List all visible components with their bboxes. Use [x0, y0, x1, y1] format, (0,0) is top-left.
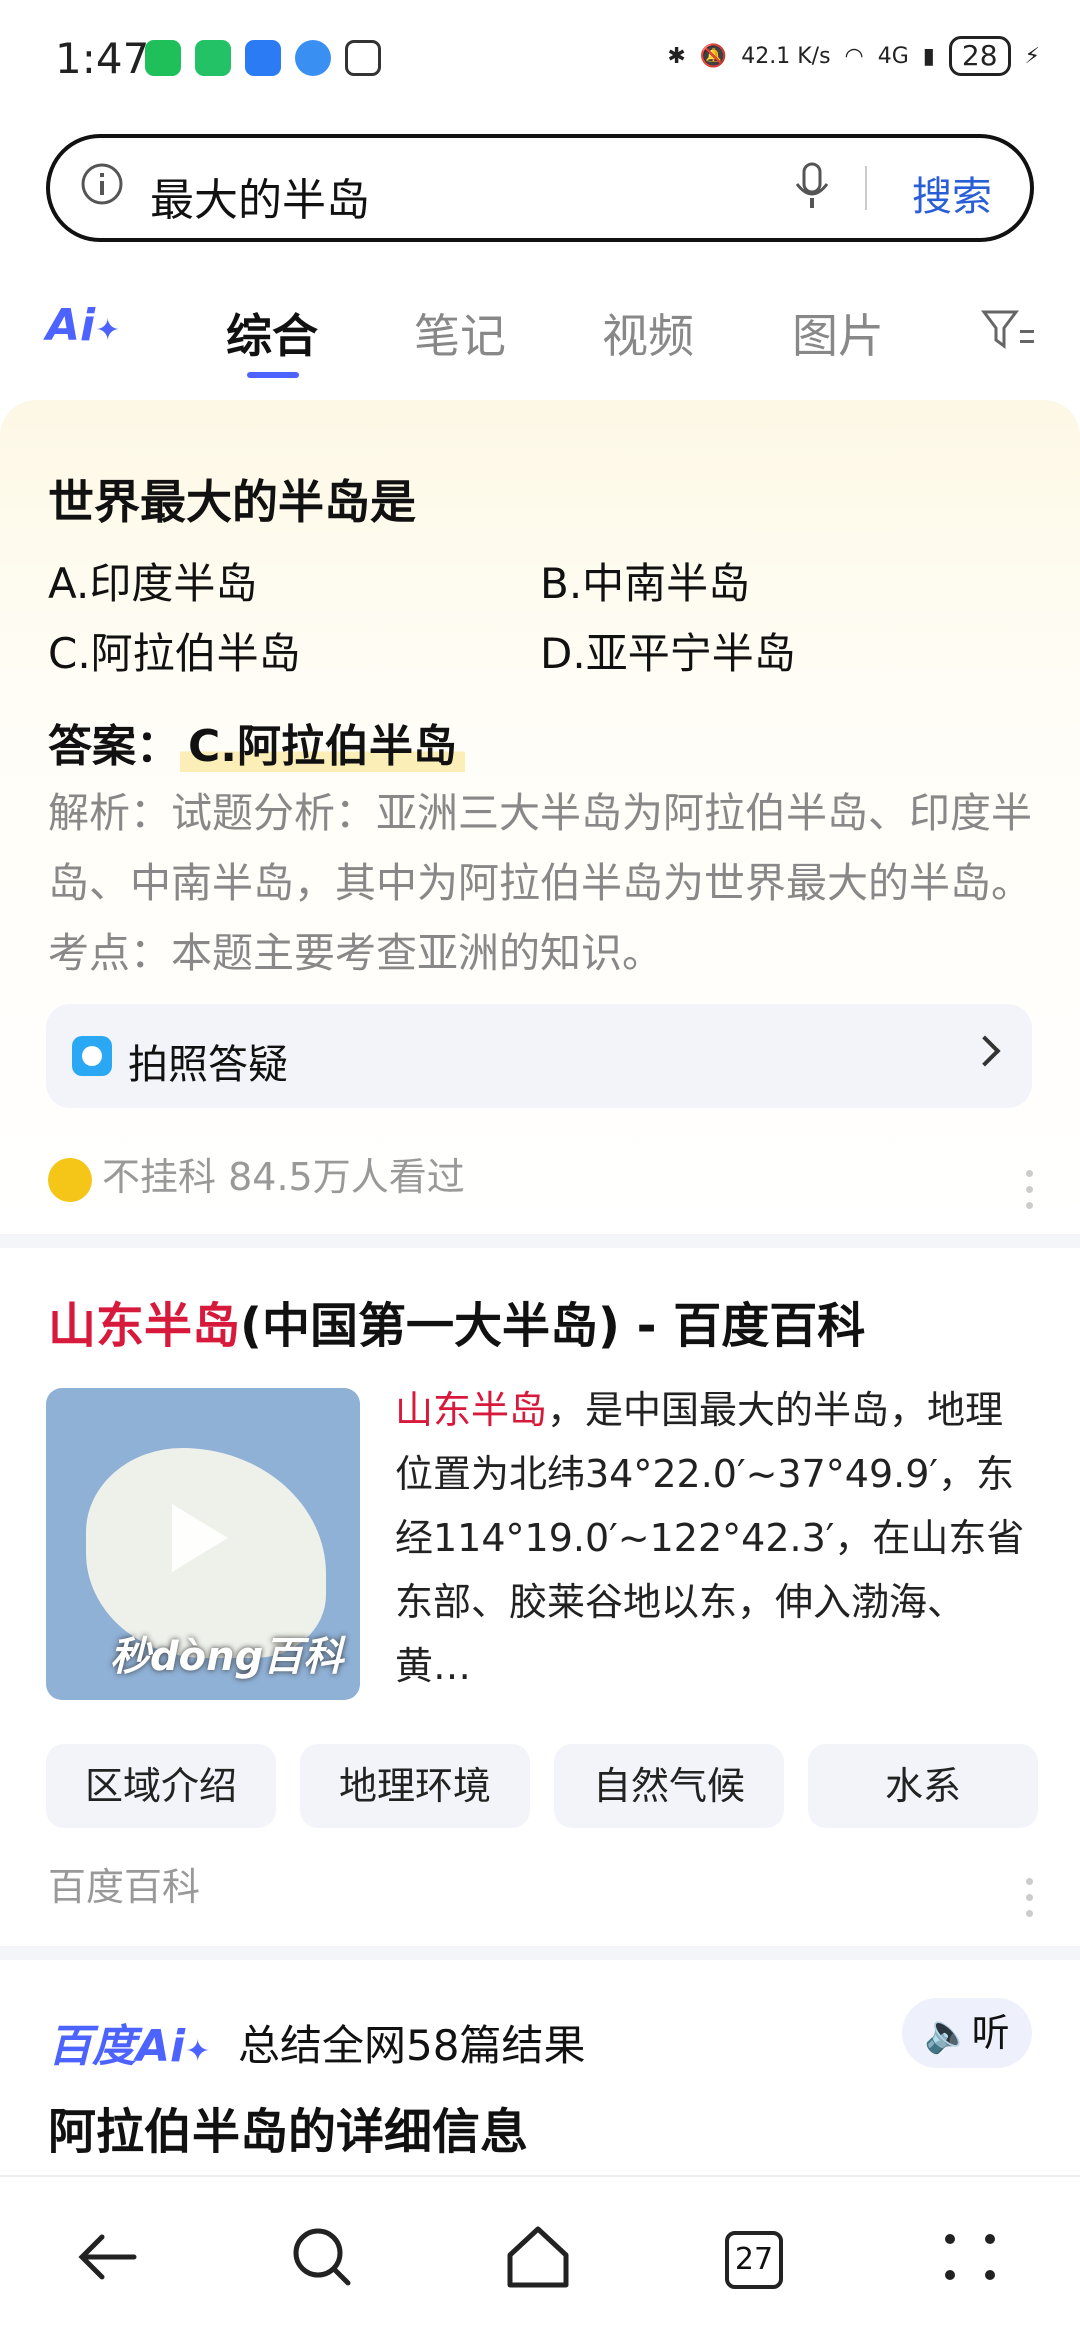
result-description: 山东半岛，是中国最大的半岛，地理位置为北纬34°22.0′~37°49.9′，东… — [395, 1378, 1035, 1698]
tab-ai-label: Ai — [46, 300, 96, 351]
section-divider — [0, 1234, 1080, 1248]
option-a: A.印度半岛 — [48, 559, 258, 608]
answer-label: 答案： — [48, 721, 180, 772]
tab-notes[interactable]: 笔记 — [414, 300, 506, 366]
tab-all[interactable]: 综合 — [226, 300, 318, 366]
bottom-nav: 27 — [0, 2175, 1080, 2331]
section-divider — [0, 1946, 1080, 1960]
app-icon — [245, 40, 281, 76]
app-icon — [195, 40, 231, 76]
net-speed: 42.1 K/s — [741, 43, 831, 69]
brand-label: 百度Ai — [48, 2021, 186, 2072]
listen-label: 听 — [971, 2011, 1010, 2055]
answer-source[interactable]: 不挂科 84.5万人看过 — [48, 1146, 465, 1202]
camera-icon — [72, 1036, 112, 1076]
photo-qa-label: 拍照答疑 — [128, 1042, 288, 1088]
listen-button[interactable]: 🔈听 — [902, 1998, 1032, 2068]
chip-geography[interactable]: 地理环境 — [300, 1744, 530, 1828]
info-icon[interactable] — [80, 162, 124, 206]
status-time: 1:47 — [55, 34, 150, 83]
more-options-icon[interactable] — [1026, 1878, 1034, 1918]
option-d: D.亚平宁半岛 — [540, 629, 796, 678]
option-b: B.中南半岛 — [540, 559, 751, 608]
sparkle-icon: ✦ — [185, 2034, 211, 2069]
chip-water[interactable]: 水系 — [808, 1744, 1038, 1828]
source-name: 不挂科 — [102, 1155, 217, 1199]
search-bar[interactable]: 最大的半岛 搜索 — [46, 134, 1034, 242]
notification-icons — [145, 40, 381, 76]
video-thumbnail[interactable]: 秒dòng百科 — [46, 1388, 360, 1700]
question-title: 世界最大的半岛是 — [48, 475, 416, 529]
photo-qa-button[interactable]: 拍照答疑 — [46, 1004, 1032, 1108]
chip-region-intro[interactable]: 区域介绍 — [46, 1744, 276, 1828]
result-source: 百度百科 — [48, 1865, 201, 1909]
active-tab-indicator — [247, 372, 299, 378]
filter-icon[interactable] — [980, 306, 1036, 354]
baike-result-card[interactable]: 山东半岛(中国第一大半岛) - 百度百科 秒dòng百科 山东半岛，是中国最大的… — [0, 1248, 1080, 1948]
answer-value: C.阿拉伯半岛 — [180, 721, 466, 772]
baidu-ai-logo: 百度Ai✦ — [48, 2010, 210, 2074]
nfc-icon — [345, 40, 381, 76]
tab-images[interactable]: 图片 — [792, 300, 884, 366]
signal-icon: ▮ — [922, 43, 935, 69]
thumbnail-watermark: 秒dòng百科 — [110, 1634, 344, 1680]
answer-line: 答案： C.阿拉伯半岛 — [48, 710, 466, 774]
bluetooth-icon: ✱ — [667, 43, 686, 69]
speaker-icon: 🔈 — [924, 2011, 972, 2055]
more-icon[interactable] — [930, 2217, 1010, 2297]
source-logo — [48, 1157, 92, 1202]
chevron-right-icon — [969, 1035, 1001, 1067]
result-title[interactable]: 山东半岛(中国第一大半岛) - 百度百科 — [48, 1286, 865, 1356]
network-type: 4G — [877, 43, 909, 69]
status-bar: 1:47 ✱ 🔕 42.1 K/s ◠ 4G ▮ 28 ⚡ — [0, 0, 1080, 125]
topic-chips: 区域介绍 地理环境 自然气候 水系 — [46, 1744, 1038, 1828]
search-divider — [865, 166, 867, 210]
play-icon — [172, 1504, 228, 1572]
microphone-icon[interactable] — [790, 160, 834, 212]
desc-rest: ，是中国最大的半岛，地理位置为北纬34°22.0′~37°49.9′，东经114… — [395, 1388, 1025, 1688]
search-icon[interactable] — [282, 2217, 362, 2297]
answer-card[interactable]: 世界最大的半岛是 A.印度半岛 B.中南半岛 C.阿拉伯半岛 D.亚平宁半岛 答… — [0, 400, 1080, 1230]
home-icon[interactable] — [498, 2217, 578, 2297]
option-c: C.阿拉伯半岛 — [48, 629, 301, 678]
search-input[interactable]: 最大的半岛 — [150, 164, 370, 228]
status-right: ✱ 🔕 42.1 K/s ◠ 4G ▮ 28 ⚡ — [667, 36, 1040, 76]
battery-level: 28 — [948, 36, 1011, 76]
charging-icon: ⚡ — [1024, 43, 1040, 69]
mute-icon: 🔕 — [699, 43, 728, 69]
search-tabs: Ai✦ 综合 笔记 视频 图片 — [0, 292, 1080, 382]
title-rest: (中国第一大半岛) - 百度百科 — [240, 1298, 866, 1354]
title-highlight: 山东半岛 — [48, 1298, 241, 1354]
search-button[interactable]: 搜索 — [912, 164, 992, 222]
answer-analysis: 解析：试题分析：亚洲三大半岛为阿拉伯半岛、印度半岛、中南半岛，其中为阿拉伯半岛为… — [48, 789, 1032, 977]
chip-climate[interactable]: 自然气候 — [554, 1744, 784, 1828]
tabs-icon[interactable]: 27 — [725, 2231, 783, 2289]
view-count: 84.5万人看过 — [228, 1155, 465, 1199]
tab-ai[interactable]: Ai✦ — [46, 300, 120, 351]
desc-highlight: 山东半岛 — [395, 1388, 548, 1432]
back-icon[interactable] — [68, 2217, 148, 2297]
summary-headline[interactable]: 阿拉伯半岛的详细信息 — [48, 2092, 528, 2162]
ai-summary-card[interactable]: 百度Ai✦ 总结全网58篇结果 🔈听 阿拉伯半岛的详细信息 — [0, 1960, 1080, 2170]
wifi-icon: ◠ — [844, 43, 864, 69]
tab-videos[interactable]: 视频 — [602, 300, 694, 366]
sparkle-icon: ✦ — [95, 313, 121, 348]
wechat-icon — [145, 40, 181, 76]
summary-text: 总结全网58篇结果 — [238, 2021, 586, 2070]
message-icon — [295, 40, 331, 76]
more-options-icon[interactable] — [1026, 1170, 1034, 1210]
